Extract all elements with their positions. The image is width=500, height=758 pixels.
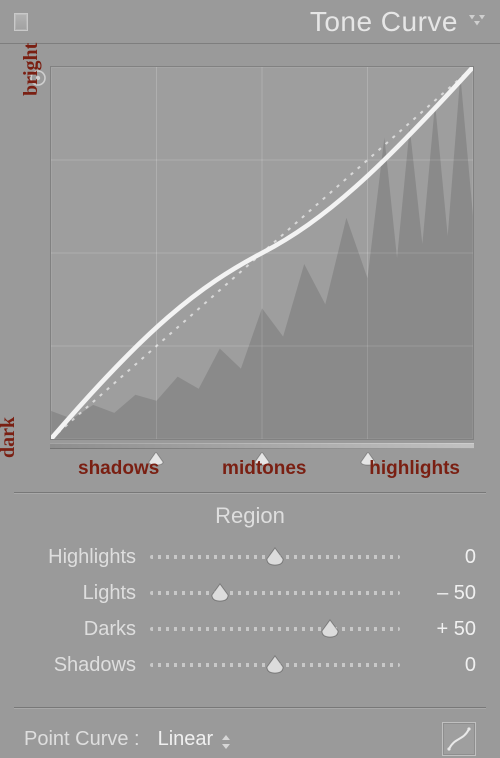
panel-header: Tone Curve (0, 0, 500, 44)
slider-thumb[interactable] (210, 583, 230, 603)
slider-label: Highlights (24, 546, 136, 569)
point-curve-footer: Point Curve : Linear (0, 708, 500, 756)
slider-thumb[interactable] (320, 619, 340, 639)
slider-thumb[interactable] (265, 547, 285, 567)
dropdown-caret-icon (221, 732, 231, 746)
darks-slider[interactable] (150, 620, 400, 638)
x-label-midtones: midtones (222, 458, 306, 480)
slider-row-lights: Lights – 50 (24, 575, 476, 611)
slider-label: Darks (24, 618, 136, 641)
x-axis-labels: shadows midtones highlights (50, 458, 474, 480)
slider-track (150, 591, 400, 595)
region-section: Region Highlights 0 Lights – 50 Darks (0, 493, 500, 689)
slider-value[interactable]: + 50 (414, 618, 476, 641)
tone-curve-panel: Tone Curve bright dark (0, 0, 500, 758)
lights-slider[interactable] (150, 584, 400, 602)
range-gradient-bar (50, 443, 474, 449)
curve-area: bright dark (24, 66, 476, 474)
slider-row-darks: Darks + 50 (24, 611, 476, 647)
x-label-highlights: highlights (369, 458, 460, 480)
point-curve-selected: Linear (158, 728, 214, 751)
y-axis-label-dark: dark (0, 417, 20, 458)
slider-value[interactable]: 0 (414, 654, 476, 677)
y-axis-label-bright: bright (20, 43, 43, 96)
range-split-track[interactable] (50, 438, 474, 452)
slider-label: Shadows (24, 654, 136, 677)
slider-thumb[interactable] (265, 655, 285, 675)
point-curve-label: Point Curve : (24, 728, 140, 751)
slider-value[interactable]: 0 (414, 546, 476, 569)
highlights-slider[interactable] (150, 548, 400, 566)
panel-toggle-switch[interactable] (14, 13, 28, 31)
slider-row-highlights: Highlights 0 (24, 539, 476, 575)
x-label-shadows: shadows (78, 458, 159, 480)
region-heading: Region (24, 503, 476, 529)
tone-curve-graph[interactable] (50, 66, 474, 440)
slider-value[interactable]: – 50 (414, 582, 476, 605)
edit-point-curve-button[interactable] (442, 722, 476, 756)
slider-track (150, 627, 400, 631)
panel-title: Tone Curve (28, 6, 468, 38)
collapse-icon[interactable] (468, 13, 486, 31)
slider-label: Lights (24, 582, 136, 605)
point-curve-select[interactable]: Linear (148, 728, 232, 751)
slider-row-shadows: Shadows 0 (24, 647, 476, 683)
shadows-slider[interactable] (150, 656, 400, 674)
